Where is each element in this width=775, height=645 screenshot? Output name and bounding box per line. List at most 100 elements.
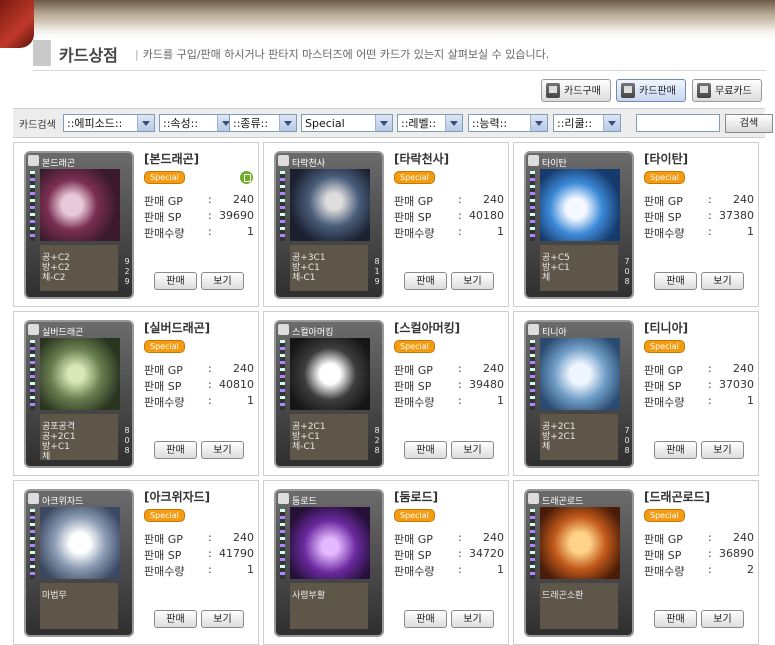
- card-image[interactable]: 본드래곤 공+C2 방+C2 체-C2 929: [24, 151, 134, 299]
- card-numbers: 828: [374, 426, 380, 455]
- card-artwork: [540, 507, 620, 579]
- card-numbers: 929: [124, 257, 130, 286]
- chevron-down-icon[interactable]: [137, 115, 154, 131]
- sell-button[interactable]: 판매: [404, 441, 447, 459]
- card-grid: 본드래곤 공+C2 방+C2 체-C2 929 [본드래곤] Special 판매 GP:…: [13, 142, 765, 645]
- view-button[interactable]: 보기: [201, 610, 244, 628]
- card-name: [둠로드]: [394, 490, 439, 504]
- gp-value: 240: [733, 362, 754, 375]
- rule-select[interactable]: ::리쿨::: [553, 114, 621, 132]
- card-item: 본드래곤 공+C2 방+C2 체-C2 929 [본드래곤] Special 판매 GP:…: [13, 142, 259, 307]
- qty-value: 1: [247, 394, 254, 407]
- sp-value: 34720: [469, 547, 504, 560]
- sp-label: 판매 SP: [394, 211, 432, 224]
- card-name: [타락천사]: [394, 152, 450, 166]
- card-artwork: [40, 169, 120, 241]
- colon: :: [708, 225, 712, 238]
- card-type-icon: [28, 155, 39, 166]
- type-select[interactable]: ::종류::: [229, 114, 297, 132]
- colon: :: [208, 362, 212, 375]
- sp-label: 판매 SP: [394, 549, 432, 562]
- attribute-select[interactable]: ::속성::: [159, 114, 235, 132]
- episode-select[interactable]: ::에피소드::: [63, 114, 155, 132]
- gp-row: 판매 GP: 240: [394, 531, 504, 546]
- colon: :: [208, 531, 212, 544]
- view-button[interactable]: 보기: [451, 441, 494, 459]
- sp-value: 40810: [219, 378, 254, 391]
- level-select[interactable]: ::레벨::: [397, 114, 463, 132]
- qty-row: 판매수량: 1: [644, 225, 754, 240]
- chevron-down-icon[interactable]: [375, 115, 392, 131]
- view-button[interactable]: 보기: [451, 610, 494, 628]
- chevron-down-icon[interactable]: [445, 115, 462, 131]
- sp-row: 판매 SP:40810: [144, 378, 254, 393]
- gp-value: 240: [233, 362, 254, 375]
- sell-button[interactable]: 판매: [154, 610, 197, 628]
- sp-value: 37380: [719, 209, 754, 222]
- chevron-down-icon[interactable]: [279, 115, 296, 131]
- card-image[interactable]: 둠로드 사령부활: [274, 489, 384, 637]
- qty-label: 판매수량: [644, 227, 685, 240]
- qty-label: 판매수량: [144, 565, 185, 578]
- card-image[interactable]: 타이탄 공+C5 방+C1 체 708: [524, 151, 634, 299]
- qty-label: 판매수량: [644, 565, 685, 578]
- qty-row: 판매수량: 1: [394, 563, 504, 578]
- sell-button[interactable]: 판매: [154, 441, 197, 459]
- card-stats: 공+C5 방+C1 체: [542, 253, 570, 283]
- ability-select[interactable]: ::능력::: [468, 114, 548, 132]
- colon: :: [708, 563, 712, 576]
- gem-strip: [530, 340, 535, 410]
- qty-row: 판매수량: 1: [144, 225, 254, 240]
- sell-button[interactable]: 판매: [654, 272, 697, 290]
- chevron-down-icon[interactable]: [530, 115, 547, 131]
- view-button[interactable]: 보기: [201, 441, 244, 459]
- tab-card-sell[interactable]: 카드판매: [616, 79, 686, 102]
- card-image[interactable]: 드래곤로드 드래곤소환: [524, 489, 634, 637]
- qty-label: 판매수량: [144, 396, 185, 409]
- card-stats: 공+C2 방+C2 체-C2: [42, 253, 70, 283]
- card-image[interactable]: 아크위자드 마법무: [24, 489, 134, 637]
- search-input[interactable]: [636, 114, 720, 132]
- card-stats: 공+2C1 방+C1 체-C1: [292, 422, 326, 452]
- card-type-icon: [528, 324, 539, 335]
- view-button[interactable]: 보기: [201, 272, 244, 290]
- special-select[interactable]: Special: [301, 114, 393, 132]
- tab-card-buy[interactable]: 카드구매: [541, 79, 611, 102]
- gp-label: 판매 GP: [144, 533, 183, 546]
- sp-value: 39690: [219, 209, 254, 222]
- card-item: 둠로드 사령부활 [둠로드] Special 판매 GP:240 판매 SP:34720 판…: [263, 480, 509, 645]
- view-button[interactable]: 보기: [701, 272, 744, 290]
- sell-button[interactable]: 판매: [654, 610, 697, 628]
- sp-row: 판매 SP:34720: [394, 547, 504, 562]
- tab-free-card[interactable]: 무료카드: [692, 79, 762, 102]
- gp-row: 판매 GP: 240: [144, 193, 254, 208]
- gem-strip: [30, 340, 35, 410]
- chevron-down-icon[interactable]: [603, 115, 620, 131]
- special-badge: Special: [394, 171, 435, 184]
- sell-button[interactable]: 판매: [404, 610, 447, 628]
- qty-row: 판매수량: 1: [144, 563, 254, 578]
- card-image[interactable]: 티니아 공+2C1 방+2C1 체 708: [524, 320, 634, 468]
- card-item: 타이탄 공+C5 방+C1 체 708 [타이탄] Special 판매 GP:240 판매…: [513, 142, 759, 307]
- sell-button[interactable]: 판매: [654, 441, 697, 459]
- view-button[interactable]: 보기: [451, 272, 494, 290]
- qty-row: 판매수량: 1: [394, 225, 504, 240]
- qty-label: 판매수량: [144, 227, 185, 240]
- gp-value: 240: [233, 193, 254, 206]
- card-image[interactable]: 타락천사 공+3C1 방+C1 체-C1 819: [274, 151, 384, 299]
- gp-value: 240: [483, 362, 504, 375]
- sp-label: 판매 SP: [644, 211, 682, 224]
- card-image[interactable]: 실버드래곤 공포공격 공+2C1 방+C1 체 808: [24, 320, 134, 468]
- colon: :: [208, 225, 212, 238]
- view-button[interactable]: 보기: [701, 441, 744, 459]
- view-button[interactable]: 보기: [701, 610, 744, 628]
- card-name: [티니아]: [644, 321, 689, 335]
- sell-button[interactable]: 판매: [154, 272, 197, 290]
- card-artwork: [540, 338, 620, 410]
- sell-button[interactable]: 판매: [404, 272, 447, 290]
- search-button[interactable]: 검색: [725, 114, 773, 133]
- qty-row: 판매수량: 1: [144, 394, 254, 409]
- card-image-title: 둠로드: [292, 497, 317, 507]
- card-image[interactable]: 스컬아머킹 공+2C1 방+C1 체-C1 828: [274, 320, 384, 468]
- card-artwork: [290, 507, 370, 579]
